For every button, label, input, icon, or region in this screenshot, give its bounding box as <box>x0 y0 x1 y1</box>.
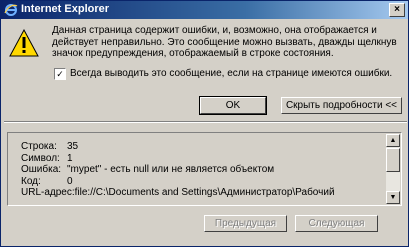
details-scrollbar[interactable]: ▲ ▼ <box>386 134 400 204</box>
message-line: значок предупреждения, отображаемый в ст… <box>52 48 334 59</box>
error-details-panel: Строка: 35 Символ: 1 Ошибка: "mypet" - е… <box>7 132 402 206</box>
error-message: Данная страница содержит ошибки, и, возм… <box>52 25 402 60</box>
error-details: Строка: 35 Символ: 1 Ошибка: "mypet" - е… <box>21 141 376 199</box>
message-line: Данная страница содержит ошибки, и, возм… <box>52 25 377 36</box>
scroll-down-button[interactable]: ▼ <box>386 191 400 204</box>
detail-row-error: Ошибка: "mypet" - есть null или не являе… <box>21 164 376 176</box>
detail-label: Ошибка: <box>21 164 62 175</box>
always-show-label[interactable]: Всегда выводить это сообщение, если на с… <box>70 68 392 79</box>
detail-value: 0 <box>67 175 73 187</box>
detail-label: Код: <box>21 175 41 187</box>
error-dialog: Internet Explorer × Данная страница соде… <box>0 0 409 247</box>
arrow-up-icon: ▲ <box>389 137 397 144</box>
title-bar[interactable]: Internet Explorer × <box>1 1 408 19</box>
window-title: Internet Explorer <box>21 3 110 15</box>
scroll-up-button[interactable]: ▲ <box>386 134 400 147</box>
detail-row-line: Строка: 35 <box>21 141 376 153</box>
detail-value: 1 <box>67 152 73 164</box>
detail-row-char: Символ: 1 <box>21 153 376 165</box>
hide-details-button[interactable]: Скрыть подробности << <box>281 97 402 114</box>
detail-url: URL-адрес:file://C:\Documents and Settin… <box>21 187 335 198</box>
scroll-thumb[interactable] <box>386 148 400 172</box>
detail-value: "mypet" - есть null или не является объе… <box>67 164 275 175</box>
internet-explorer-icon <box>4 3 18 17</box>
divider <box>4 121 407 123</box>
detail-label: Символ: <box>21 152 60 164</box>
detail-row-code: Код: 0 <box>21 176 376 188</box>
ok-button[interactable]: OK <box>199 96 267 115</box>
next-button[interactable]: Следующая <box>295 215 378 232</box>
detail-value: 35 <box>67 141 79 152</box>
warning-icon <box>9 28 39 57</box>
arrow-down-icon: ▼ <box>389 194 397 201</box>
detail-label: Строка: <box>21 141 57 152</box>
always-show-checkbox[interactable]: ✓ <box>54 68 66 80</box>
checkmark-icon: ✓ <box>56 69 64 79</box>
close-button[interactable]: × <box>389 3 405 17</box>
message-line: действует неправильно. Это сообщение мож… <box>52 36 397 48</box>
close-icon: × <box>394 4 400 15</box>
previous-button[interactable]: Предыдущая <box>204 215 287 232</box>
